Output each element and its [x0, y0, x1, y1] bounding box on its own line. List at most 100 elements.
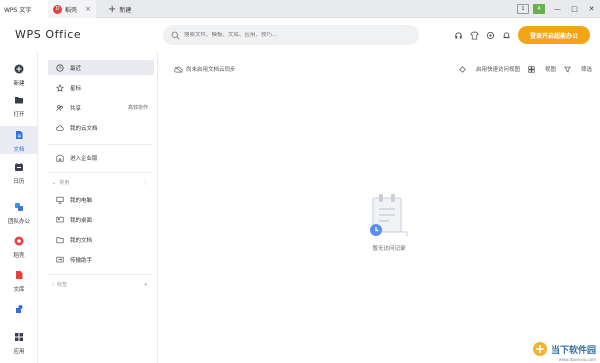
search-box[interactable] — [163, 25, 419, 45]
chevron-down-icon: ⌄ — [52, 179, 57, 186]
sidebar-item-recent[interactable]: 最近 — [48, 60, 154, 75]
group-common[interactable]: ⌄ 常用 ⋮ — [52, 179, 152, 187]
divider — [48, 172, 152, 173]
rail-item-extra[interactable] — [0, 304, 38, 319]
group-tags[interactable]: › 标签 + — [52, 281, 152, 289]
headset-icon[interactable] — [450, 29, 466, 41]
clock-icon — [56, 63, 64, 72]
rail-label: 应用 — [13, 349, 25, 355]
rail-item-calendar[interactable]: 日历 — [0, 162, 38, 185]
cloud-sync-tip[interactable]: 尚未启用文档云同步 — [174, 65, 236, 73]
sidebar-item-desktop[interactable]: 我的桌面 — [48, 212, 154, 227]
filter-icon — [563, 66, 571, 72]
sidebar-item-share[interactable]: 共享 高效协作 — [48, 100, 154, 115]
tab-wps-writer[interactable]: WPS 文字 — [0, 0, 48, 18]
sidebar-label: 我的电脑 — [70, 197, 93, 204]
search-input[interactable] — [184, 32, 404, 38]
mydocs-icon — [56, 236, 64, 244]
enterprise-icon — [56, 153, 64, 162]
window-controls: 1 4 — □ ✕ — [517, 0, 600, 18]
login-button[interactable]: 登录开启超能办公 — [518, 26, 590, 44]
user-badge[interactable]: 4 — [533, 4, 545, 14]
sidebar-label: 我的桌面 — [70, 217, 93, 224]
divider — [48, 144, 152, 145]
empty-state-text: 暂无访问记录 — [372, 246, 406, 252]
tool-label: 筛选 — [580, 67, 592, 73]
rail-label: 新建 — [13, 81, 25, 87]
settings-icon[interactable] — [482, 29, 498, 41]
sidebar-item-enterprise[interactable]: 进入企业版 — [48, 150, 154, 165]
quick-access-icon — [459, 65, 466, 73]
daoke-icon — [14, 236, 24, 246]
sidebar: 最近 星标 共享 高效协作 我的云文档 进入企业版 ⌄ 常用 ⋮ 我的电脑 我的… — [38, 52, 158, 363]
tool-label: 启用快速访问视图 — [475, 67, 520, 73]
quick-access-button[interactable]: 启用快速访问视图 — [459, 65, 520, 73]
left-rail: 新建 打开 文档 日历 团队办公 稻壳 文库 应用 — [0, 52, 38, 363]
plus-icon: + — [108, 3, 117, 15]
rail-item-library[interactable]: 文库 — [0, 270, 38, 293]
maximize-icon[interactable]: □ — [566, 5, 583, 13]
empty-state: 暂无访问记录 — [359, 192, 419, 252]
rail-item-open[interactable]: 打开 — [0, 95, 38, 118]
skin-icon[interactable] — [466, 29, 482, 41]
star-icon — [56, 83, 64, 92]
computer-icon — [56, 196, 64, 204]
sidebar-item-computer[interactable]: 我的电脑 — [48, 192, 154, 207]
daoke-logo-icon: D — [53, 4, 62, 14]
bell-icon[interactable] — [498, 29, 514, 41]
close-tab-icon[interactable]: × — [85, 5, 91, 13]
sidebar-label: 进入企业版 — [70, 155, 98, 162]
group-title: 常用 — [59, 180, 70, 186]
cloud-icon — [56, 124, 64, 132]
sidebar-label: 星标 — [70, 85, 82, 92]
tab-daoke[interactable]: D 稻壳 × — [48, 0, 96, 18]
share-icon — [56, 104, 64, 112]
sidebar-label: 我的文档 — [70, 237, 93, 244]
main-content: 尚未启用文档云同步 启用快速访问视图 视图 筛选 暂无访问记录 当下软件园 ww… — [159, 52, 600, 363]
apps-icon — [15, 333, 23, 341]
sidebar-item-mydocs[interactable]: 我的文档 — [48, 232, 154, 247]
rail-item-docs[interactable]: 文档 — [0, 126, 38, 154]
header: WPS Office 登录开启超能办公 — [0, 18, 600, 52]
view-button[interactable]: 视图 — [528, 65, 556, 73]
watermark-url: www.downxia.com — [558, 357, 596, 362]
window-count-badge[interactable]: 1 — [517, 4, 529, 14]
app-brand: WPS Office — [15, 28, 82, 41]
header-icons — [450, 29, 514, 41]
close-window-icon[interactable]: ✕ — [583, 5, 600, 13]
sidebar-label: 最近 — [70, 65, 82, 72]
group-title: 标签 — [57, 282, 68, 288]
tool-label: 视图 — [544, 67, 556, 73]
rail-label: 打开 — [13, 112, 25, 118]
rail-item-daoke[interactable]: 稻壳 — [0, 236, 38, 259]
minimize-icon[interactable]: — — [549, 5, 566, 13]
more-icon[interactable]: ⋮ — [143, 180, 148, 186]
watermark-logo-icon — [532, 342, 547, 356]
toolbar: 启用快速访问视图 视图 筛选 — [451, 65, 592, 73]
calendar-icon — [15, 163, 23, 171]
team-icon — [15, 203, 23, 211]
empty-document-icon — [370, 194, 408, 236]
search-icon — [171, 31, 180, 39]
rail-label: 稻壳 — [13, 253, 25, 259]
share-sub-label: 高效协作 — [127, 105, 148, 111]
sidebar-label: 我的云文档 — [70, 125, 98, 132]
sidebar-item-star[interactable]: 星标 — [48, 80, 154, 95]
sidebar-label: 共享 — [70, 105, 82, 112]
cloud-off-icon — [174, 66, 183, 73]
add-tag-icon[interactable]: + — [144, 282, 148, 288]
folder-icon — [15, 97, 23, 104]
new-tab-button[interactable]: + 新建 — [105, 0, 145, 18]
sidebar-item-cloud[interactable]: 我的云文档 — [48, 120, 154, 135]
tab-label: WPS 文字 — [4, 6, 32, 14]
sidebar-item-transfer[interactable]: 传输助手 — [48, 252, 154, 267]
rail-item-new[interactable]: 新建 — [0, 64, 38, 87]
rail-item-apps[interactable]: 应用 — [0, 332, 38, 355]
rail-label: 文库 — [13, 287, 25, 293]
divider — [48, 274, 152, 275]
desktop-icon — [56, 216, 64, 224]
rail-item-team[interactable]: 团队办公 — [0, 202, 38, 225]
cloud-tip-text: 尚未启用文档云同步 — [186, 67, 236, 73]
filter-button[interactable]: 筛选 — [563, 65, 592, 73]
rail-label: 日历 — [13, 179, 25, 185]
